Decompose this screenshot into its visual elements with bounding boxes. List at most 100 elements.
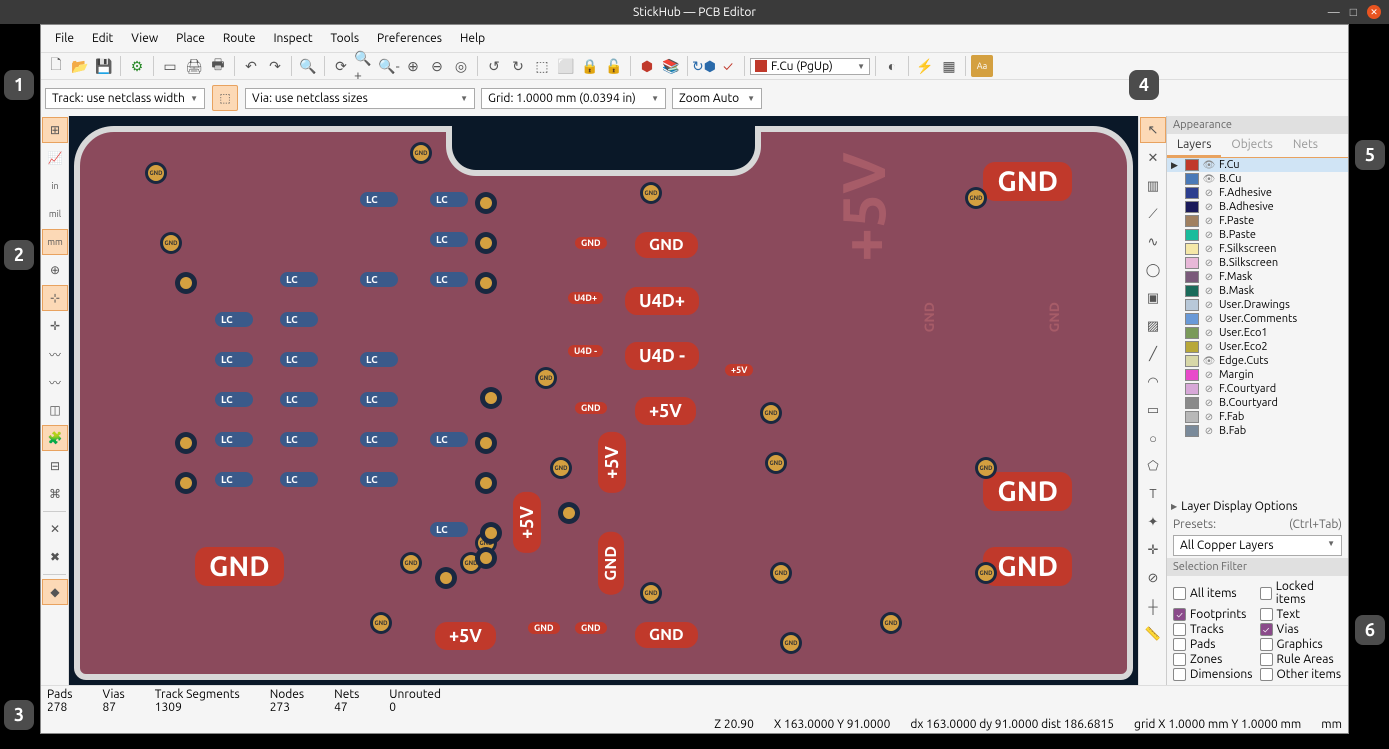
menu-place[interactable]: Place — [168, 29, 213, 48]
menu-file[interactable]: File — [47, 29, 82, 48]
new-icon[interactable]: 🗋 — [45, 55, 67, 77]
layer-color-swatch[interactable] — [1185, 299, 1199, 311]
print-icon[interactable]: 🖨 — [183, 55, 205, 77]
menu-help[interactable]: Help — [452, 29, 493, 48]
filter-zones[interactable]: Zones — [1173, 653, 1256, 666]
layer-visibility-icon[interactable]: 👁 — [1203, 173, 1215, 185]
close-button[interactable]: ✕ — [1367, 5, 1381, 19]
layer-row-user-drawings[interactable]: ⊘ User.Drawings — [1167, 298, 1348, 312]
tab-objects[interactable]: Objects — [1221, 134, 1282, 157]
filter-footprints[interactable]: ✓Footprints — [1173, 608, 1256, 621]
library-icon[interactable]: 📚 — [660, 55, 682, 77]
pcb-canvas[interactable]: +5V GND GND GND GND GND GND GND GND GND … — [69, 116, 1138, 685]
layer-row-f-cu[interactable]: ▶ 👁 F.Cu — [1167, 158, 1348, 172]
layer-visibility-icon[interactable]: 👁 — [1203, 355, 1215, 367]
layer-color-swatch[interactable] — [1185, 327, 1199, 339]
layer-visibility-icon[interactable]: ⊘ — [1203, 187, 1215, 199]
checkbox-icon[interactable] — [1173, 623, 1186, 636]
cross-icon[interactable]: ✛ — [42, 313, 68, 339]
text-icon[interactable]: T — [1140, 481, 1166, 507]
menu-preferences[interactable]: Preferences — [369, 29, 450, 48]
anchor-icon[interactable]: ✦ — [1140, 509, 1166, 535]
checkbox-icon[interactable] — [1173, 587, 1186, 600]
maximize-button[interactable]: □ — [1350, 5, 1357, 19]
filter-other-items[interactable]: Other items — [1260, 668, 1343, 681]
lock-icon[interactable]: 🔒 — [579, 55, 601, 77]
polar-icon[interactable]: ⊕ — [42, 257, 68, 283]
refresh-icon[interactable]: ⟳ — [330, 55, 352, 77]
chip-icon[interactable]: ▥ — [1140, 173, 1166, 199]
layer-selector[interactable]: F.Cu (PgUp) ▼ — [750, 58, 870, 75]
zoom-obj-icon[interactable]: ⊖ — [426, 55, 448, 77]
layer-row-user-eco1[interactable]: ⊘ User.Eco1 — [1167, 326, 1348, 340]
layer-row-b-silkscreen[interactable]: ⊘ B.Silkscreen — [1167, 256, 1348, 270]
checkbox-icon[interactable] — [1173, 668, 1186, 681]
filter-locked-items[interactable]: Locked items — [1260, 580, 1343, 606]
mm-icon[interactable]: mm — [42, 229, 68, 255]
layer-color-swatch[interactable] — [1185, 173, 1199, 185]
layer-visibility-icon[interactable]: ⊘ — [1203, 411, 1215, 423]
layer-row-f-fab[interactable]: ⊘ F.Fab — [1167, 410, 1348, 424]
layer-row-margin[interactable]: ⊘ Margin — [1167, 368, 1348, 382]
zoom-sel-icon[interactable]: ◎ — [450, 55, 472, 77]
layer-visibility-icon[interactable]: ⊘ — [1203, 243, 1215, 255]
grid-select[interactable]: Grid: 1.0000 mm (0.0394 in)▼ — [481, 88, 666, 109]
save-icon[interactable]: 💾 — [93, 55, 115, 77]
layer-visibility-icon[interactable]: ⊘ — [1203, 313, 1215, 325]
puzzle-icon[interactable]: 🧩 — [42, 425, 68, 451]
filter-pads[interactable]: Pads — [1173, 638, 1256, 651]
undo-icon[interactable]: ↶ — [240, 55, 262, 77]
layer-color-swatch[interactable] — [1185, 313, 1199, 325]
pan-icon[interactable]: ✕ — [1140, 145, 1166, 171]
layer-visibility-icon[interactable]: ⊘ — [1203, 257, 1215, 269]
layer-row-b-fab[interactable]: ⊘ B.Fab — [1167, 424, 1348, 438]
preset-selector[interactable]: All Copper Layers▼ — [1173, 535, 1342, 556]
checkbox-icon[interactable] — [1260, 587, 1272, 600]
fill-icon[interactable]: ◆ — [42, 579, 68, 605]
layer-row-user-comments[interactable]: ⊘ User.Comments — [1167, 312, 1348, 326]
minimize-button[interactable]: — — [1328, 6, 1340, 19]
group-icon[interactable]: ⬜ — [555, 55, 577, 77]
layer-visibility-icon[interactable]: ⊘ — [1203, 425, 1215, 437]
layer-row-b-mask[interactable]: ⊘ B.Mask — [1167, 284, 1348, 298]
filter-dimensions[interactable]: Dimensions — [1173, 668, 1256, 681]
in-icon[interactable]: in — [42, 173, 68, 199]
hatch-icon[interactable]: ▨ — [1140, 313, 1166, 339]
layer-color-swatch[interactable] — [1185, 159, 1199, 171]
outline-icon[interactable]: ◫ — [42, 397, 68, 423]
layer-color-swatch[interactable] — [1185, 229, 1199, 241]
page-icon[interactable]: ▭ — [159, 55, 181, 77]
filter-tracks[interactable]: Tracks — [1173, 623, 1256, 636]
layer-row-b-adhesive[interactable]: ⊘ B.Adhesive — [1167, 200, 1348, 214]
layer-color-swatch[interactable] — [1185, 425, 1199, 437]
rect-icon[interactable]: ▭ — [1140, 397, 1166, 423]
via-size-select[interactable]: Via: use netclass sizes▼ — [245, 88, 475, 109]
layer-visibility-icon[interactable]: ⊘ — [1203, 271, 1215, 283]
filter-text[interactable]: Text — [1260, 608, 1343, 621]
layer-visibility-icon[interactable]: ⊘ — [1203, 369, 1215, 381]
menu-tools[interactable]: Tools — [323, 29, 368, 48]
3d-icon[interactable]: ▦ — [938, 55, 960, 77]
layer-row-b-cu[interactable]: 👁 B.Cu — [1167, 172, 1348, 186]
checkbox-icon[interactable]: ✓ — [1260, 623, 1273, 636]
donut-icon[interactable]: ◯ — [1140, 257, 1166, 283]
axes-icon[interactable]: 📈 — [42, 145, 68, 171]
rotate-ccw-icon[interactable]: ↺ — [483, 55, 505, 77]
hier-icon[interactable]: ⌘ — [42, 481, 68, 507]
layer-color-swatch[interactable] — [1185, 257, 1199, 269]
layer-row-edge-cuts[interactable]: 👁 Edge.Cuts — [1167, 354, 1348, 368]
text-icon[interactable]: Aa — [971, 55, 993, 77]
layer-color-swatch[interactable] — [1185, 369, 1199, 381]
nox-icon[interactable]: ⊘ — [1140, 565, 1166, 591]
zoom-fit-icon[interactable]: ⊕ — [402, 55, 424, 77]
layer-color-swatch[interactable] — [1185, 243, 1199, 255]
layer-row-b-paste[interactable]: ⊘ B.Paste — [1167, 228, 1348, 242]
rotate-cw-icon[interactable]: ↻ — [507, 55, 529, 77]
layer-visibility-icon[interactable]: ⊘ — [1203, 327, 1215, 339]
mirror-icon[interactable]: ⬚ — [531, 55, 553, 77]
menu-view[interactable]: View — [123, 29, 166, 48]
layer-visibility-icon[interactable]: ⊘ — [1203, 285, 1215, 297]
layer-color-swatch[interactable] — [1185, 201, 1199, 213]
grid-icon[interactable]: ⊞ — [42, 117, 68, 143]
layer-color-swatch[interactable] — [1185, 341, 1199, 353]
